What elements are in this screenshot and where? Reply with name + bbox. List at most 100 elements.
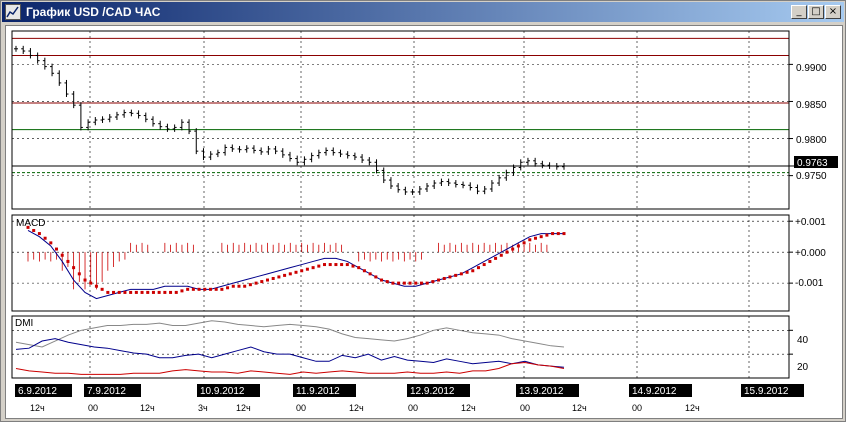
dmi-axis-label: 40	[797, 335, 809, 346]
hour-label: 00	[296, 403, 306, 413]
macd-signal-point	[414, 281, 418, 285]
macd-signal-point	[231, 284, 235, 288]
hour-label: 12ч	[30, 403, 45, 413]
price-pane-frame	[11, 30, 790, 210]
macd-signal-point	[226, 286, 230, 290]
macd-signal-point	[334, 263, 338, 267]
maximize-icon: □	[811, 6, 821, 17]
hour-axis: 12ч 00 12ч 3ч 12ч 00 12ч 00 12ч 00 12ч 0…	[30, 403, 700, 413]
dmi-minus-line	[15, 361, 565, 375]
macd-signal-point	[351, 264, 355, 268]
macd-signal-point	[311, 266, 315, 270]
macd-signal-point	[277, 275, 281, 279]
macd-signal-point	[437, 278, 441, 282]
price-axis-label: 0.9900	[796, 63, 827, 74]
macd-signal-point	[32, 228, 36, 232]
macd-signal-point	[545, 233, 549, 237]
hour-label: 12ч	[572, 403, 587, 413]
macd-signal-point	[454, 273, 458, 277]
macd-signal-point	[323, 263, 327, 267]
dmi-panel-label: DMI	[15, 318, 33, 329]
minimize-icon: _	[796, 6, 802, 17]
macd-signal-point	[123, 290, 127, 294]
price-axis-label: 0.9750	[796, 171, 827, 182]
macd-signal-point	[37, 232, 41, 236]
chart-area[interactable]: 0.9900 0.9850 0.9800 0.9750 0.9763 MACD …	[5, 25, 843, 419]
title-bar[interactable]: График USD /CAD ЧАС _ □ ×	[2, 2, 844, 22]
macd-signal-point	[169, 290, 173, 294]
macd-signal-point	[117, 290, 121, 294]
macd-signal-point	[260, 280, 264, 284]
date-label: 15.9.2012	[744, 386, 789, 397]
hour-label: 12ч	[236, 403, 251, 413]
close-icon: ×	[828, 6, 838, 17]
macd-signal-point	[55, 247, 59, 251]
macd-signal-point	[106, 290, 110, 294]
macd-signal-point	[471, 269, 475, 273]
macd-signal-point	[431, 280, 435, 284]
macd-signal-point	[100, 287, 104, 291]
dmi-pane-frame	[11, 315, 790, 379]
macd-signal-point	[368, 272, 372, 276]
macd-signal-point	[151, 290, 155, 294]
date-label: 14.9.2012	[632, 386, 677, 397]
hour-label: 12ч	[140, 403, 155, 413]
chart-window: График USD /CAD ЧАС _ □ × 0.9900 0.9850 …	[0, 0, 846, 422]
macd-signal-point	[539, 235, 543, 239]
macd-signal-point	[174, 290, 178, 294]
chart-canvas[interactable]: 0.9900 0.9850 0.9800 0.9750 0.9763 MACD …	[6, 26, 842, 418]
hour-label: 00	[88, 403, 98, 413]
date-label: 10.9.2012	[200, 386, 245, 397]
macd-signal-point	[89, 281, 93, 285]
date-label: 12.9.2012	[410, 386, 455, 397]
macd-signal-point	[357, 266, 361, 270]
macd-signal-point	[288, 272, 292, 276]
macd-signal-point	[328, 263, 332, 267]
macd-signal-point	[197, 287, 201, 291]
macd-signal-point	[163, 290, 167, 294]
macd-signal-point	[511, 247, 515, 251]
macd-signal-point	[271, 276, 275, 280]
dmi-plus-line	[15, 338, 565, 368]
hour-label: 00	[632, 403, 642, 413]
macd-signal-point	[488, 259, 492, 263]
minimize-button[interactable]: _	[791, 5, 807, 19]
macd-axis-label: -0.001	[795, 278, 824, 289]
macd-signal-point	[186, 287, 190, 291]
hour-label: 12ч	[349, 403, 364, 413]
macd-signal-point	[562, 232, 566, 236]
macd-signal-point	[419, 281, 423, 285]
hour-label: 12ч	[685, 403, 700, 413]
maximize-button[interactable]: □	[808, 5, 824, 19]
macd-signal-point	[408, 281, 412, 285]
macd-signal-point	[380, 278, 384, 282]
macd-signal-point	[300, 269, 304, 273]
macd-signal-point	[112, 290, 116, 294]
macd-signal-point	[180, 289, 184, 293]
macd-signal-point	[448, 275, 452, 279]
macd-signal-point	[494, 256, 498, 260]
macd-signal-point	[60, 253, 64, 257]
macd-signal-point	[191, 287, 195, 291]
macd-signal-point	[157, 290, 161, 294]
macd-signal-point	[94, 284, 98, 288]
macd-signal-point	[83, 278, 87, 282]
date-label: 7.9.2012	[87, 386, 126, 397]
price-axis-label: 0.9800	[796, 135, 827, 146]
date-axis: 6.9.2012 7.9.2012 10.9.2012 11.9.2012 12…	[15, 384, 804, 397]
macd-signal-point	[214, 287, 218, 291]
macd-signal-point	[499, 253, 503, 257]
macd-signal-point	[140, 290, 144, 294]
date-label: 13.9.2012	[519, 386, 564, 397]
macd-signal-point	[254, 281, 258, 285]
macd-signal-point	[374, 275, 378, 279]
hour-label: 00	[408, 403, 418, 413]
macd-axis-label: +0.000	[795, 248, 826, 259]
date-label: 6.9.2012	[18, 386, 57, 397]
macd-signal-point	[442, 276, 446, 280]
macd-signal-point	[345, 263, 349, 267]
hour-label: 12ч	[461, 403, 476, 413]
close-button[interactable]: ×	[825, 5, 841, 19]
macd-signal-point	[208, 287, 212, 291]
macd-signal-point	[459, 272, 463, 276]
